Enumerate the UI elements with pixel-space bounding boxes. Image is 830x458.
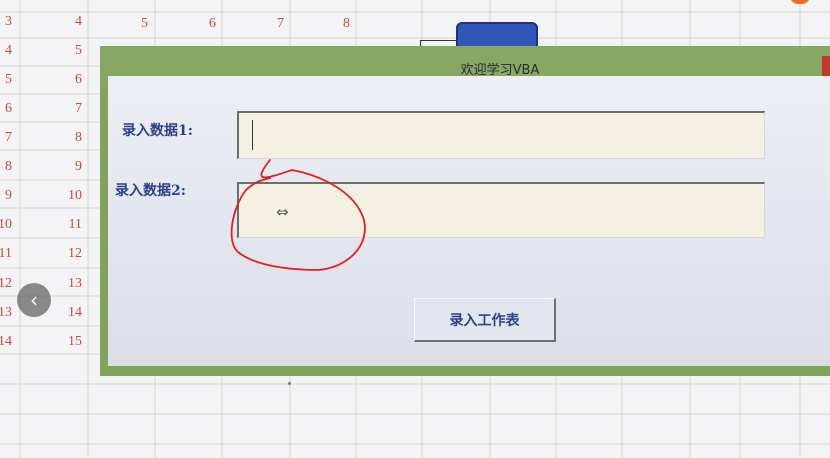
cell[interactable]: 10 <box>0 217 12 233</box>
chevron-left-icon[interactable]: ‹ <box>17 283 51 317</box>
cell[interactable]: 6 <box>0 101 12 117</box>
cell[interactable]: 7 <box>52 101 82 117</box>
text-caret <box>252 120 253 150</box>
submit-to-worksheet-button[interactable]: 录入工作表 <box>414 298 556 342</box>
field1-label: 录入数据1: <box>122 123 193 139</box>
cell[interactable]: 9 <box>52 159 82 175</box>
resize-horizontal-icon: ⇔ <box>276 203 289 221</box>
cell[interactable]: 7 <box>254 16 284 32</box>
field2-label: 录入数据2: <box>115 183 186 199</box>
cell[interactable]: 11 <box>52 217 82 233</box>
data1-input[interactable] <box>237 111 765 159</box>
cell[interactable]: 4 <box>52 14 82 30</box>
cell[interactable]: 6 <box>52 72 82 88</box>
cell[interactable]: 5 <box>52 43 82 59</box>
close-icon[interactable] <box>822 56 830 78</box>
cell[interactable]: 14 <box>0 334 12 350</box>
data2-input[interactable] <box>237 182 765 238</box>
cell[interactable]: 13 <box>0 305 12 321</box>
cell[interactable]: 13 <box>52 276 82 292</box>
cell[interactable]: 12 <box>52 246 82 262</box>
cell[interactable]: 9 <box>0 188 12 204</box>
cell[interactable]: 5 <box>118 16 148 32</box>
cell[interactable]: 12 <box>0 276 12 292</box>
cell[interactable]: 6 <box>186 16 216 32</box>
cell[interactable]: 5 <box>0 72 12 88</box>
cell[interactable]: 8 <box>52 130 82 146</box>
cell[interactable]: 14 <box>52 305 82 321</box>
cell[interactable]: 4 <box>0 43 12 59</box>
cell[interactable]: 8 <box>320 16 350 32</box>
cell-dot <box>288 382 291 385</box>
cell[interactable]: 11 <box>0 246 12 262</box>
cell[interactable]: 7 <box>0 130 12 146</box>
cell[interactable]: 8 <box>0 159 12 175</box>
cell[interactable]: 3 <box>0 14 12 30</box>
cell[interactable]: 15 <box>52 334 82 350</box>
cell[interactable]: 10 <box>52 188 82 204</box>
